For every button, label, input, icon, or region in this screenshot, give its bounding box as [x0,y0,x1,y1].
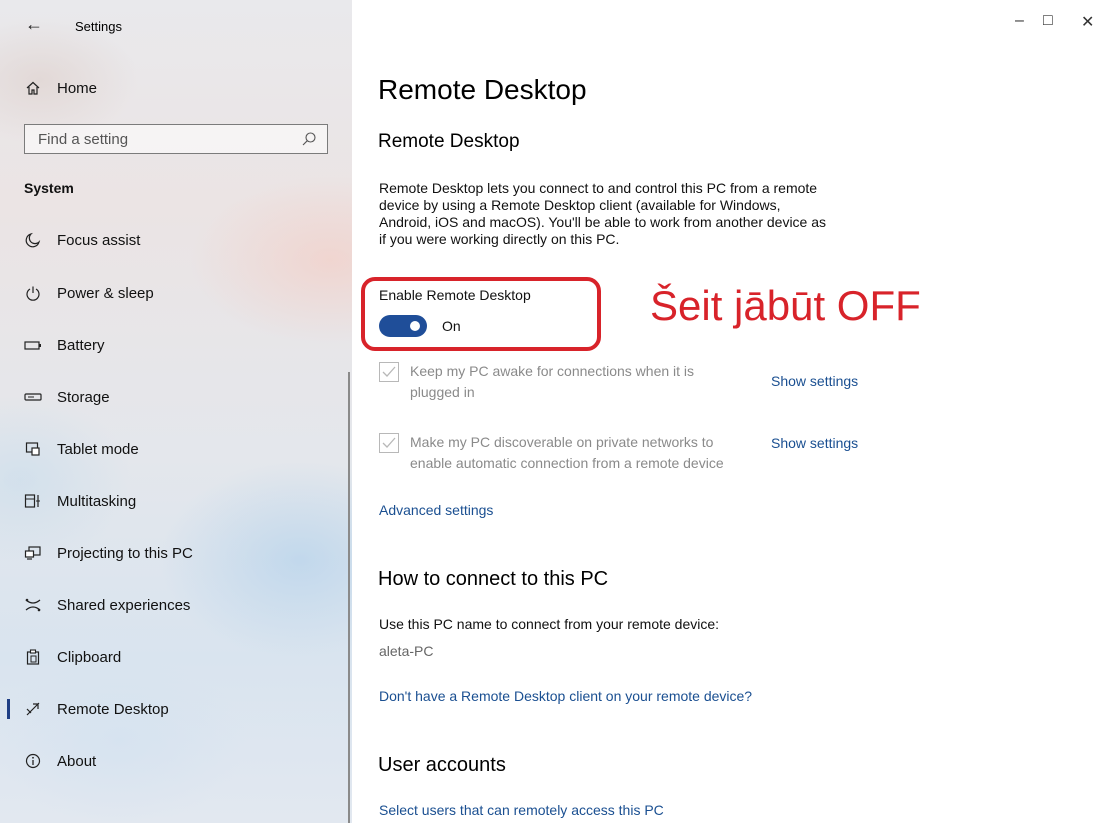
home-icon [24,79,42,97]
back-arrow-icon[interactable]: ← [25,15,43,33]
no-client-link[interactable]: Don't have a Remote Desktop client on yo… [379,688,752,704]
advanced-settings-link[interactable]: Advanced settings [379,502,493,518]
keep-awake-line-2: plugged in [410,384,475,400]
sidebar-item-tablet-mode[interactable]: Tablet mode [0,429,352,469]
description-line-2: device by using a Remote Desktop client … [379,197,781,213]
sidebar-item-power-sleep[interactable]: Power & sleep [0,273,352,313]
keep-awake-checkbox[interactable] [379,362,399,382]
discoverable-checkbox[interactable] [379,433,399,453]
keep-awake-line-1: Keep my PC awake for connections when it… [410,363,695,379]
sidebar-item-focus-assist[interactable]: Focus assist [0,220,352,260]
moon-icon [24,231,42,249]
minimize-button[interactable]: – [1015,12,1024,30]
section-title-remote-desktop: Remote Desktop [378,131,520,152]
clipboard-icon [24,648,42,666]
shared-experiences-icon [24,596,42,614]
maximize-button[interactable]: □ [1043,12,1053,30]
description-line-3: Android, iOS and macOS). You'll be able … [379,214,827,230]
select-users-link[interactable]: Select users that can remotely access th… [379,802,664,818]
sidebar-item-projecting[interactable]: Projecting to this PC [0,533,352,573]
pc-name: aleta-PC [379,643,434,659]
search-input[interactable] [36,130,290,149]
multitasking-icon [24,492,42,510]
sidebar-item-label: Shared experiences [57,596,191,614]
info-icon [24,752,42,770]
sidebar-item-shared-experiences[interactable]: Shared experiences [0,585,352,625]
discoverable-line-2: enable automatic connection from a remot… [410,455,724,471]
show-settings-link-1[interactable]: Show settings [771,373,858,389]
sidebar-item-label: Multitasking [57,492,137,510]
sidebar-item-remote-desktop[interactable]: Remote Desktop [0,689,352,729]
sidebar: ← Settings Home System Focus assist Powe… [0,0,352,823]
how-to-connect-heading: How to connect to this PC [378,568,609,590]
sidebar-item-label: Remote Desktop [57,700,169,718]
sidebar-item-storage[interactable]: Storage [0,377,352,417]
storage-icon [24,388,42,406]
sidebar-item-label: Storage [57,388,110,406]
sidebar-item-clipboard[interactable]: Clipboard [0,637,352,677]
sidebar-item-home[interactable]: Home [0,68,352,108]
how-to-connect-text: Use this PC name to connect from your re… [379,616,720,632]
user-accounts-heading: User accounts [378,754,506,776]
checkmark-icon [382,366,396,377]
show-settings-link-2[interactable]: Show settings [771,435,858,451]
search-field[interactable] [24,124,328,154]
sidebar-item-about[interactable]: About [0,741,352,781]
section-label-system: System [24,180,74,196]
remote-desktop-icon [24,700,42,718]
projecting-icon [24,544,42,562]
power-icon [24,284,42,302]
annotation-highlight-box [361,277,601,351]
annotation-text: Šeit jābūt OFF [650,282,921,329]
sidebar-item-label: Clipboard [57,648,122,666]
sidebar-item-label: Power & sleep [57,284,154,302]
page-title: Remote Desktop [378,74,587,105]
search-icon[interactable] [301,131,317,152]
discoverable-line-1: Make my PC discoverable on private netwo… [410,434,714,450]
selection-indicator [7,699,10,719]
battery-icon [24,336,42,354]
sidebar-item-battery[interactable]: Battery [0,325,352,365]
sidebar-item-label: Battery [57,336,105,354]
checkmark-icon [382,437,396,448]
close-button[interactable]: ✕ [1081,12,1094,32]
sidebar-item-label: Home [57,79,98,97]
description-line-4: if you were working directly on this PC. [379,231,620,247]
sidebar-item-label: About [57,752,97,770]
sidebar-item-label: Tablet mode [57,440,139,458]
sidebar-item-label: Projecting to this PC [57,544,193,562]
tablet-mode-icon [24,440,42,458]
window-title: Settings [75,19,122,34]
sidebar-scrollbar[interactable] [348,372,350,823]
description-line-1: Remote Desktop lets you connect to and c… [379,180,818,196]
sidebar-item-label: Focus assist [57,231,141,249]
sidebar-item-multitasking[interactable]: Multitasking [0,481,352,521]
